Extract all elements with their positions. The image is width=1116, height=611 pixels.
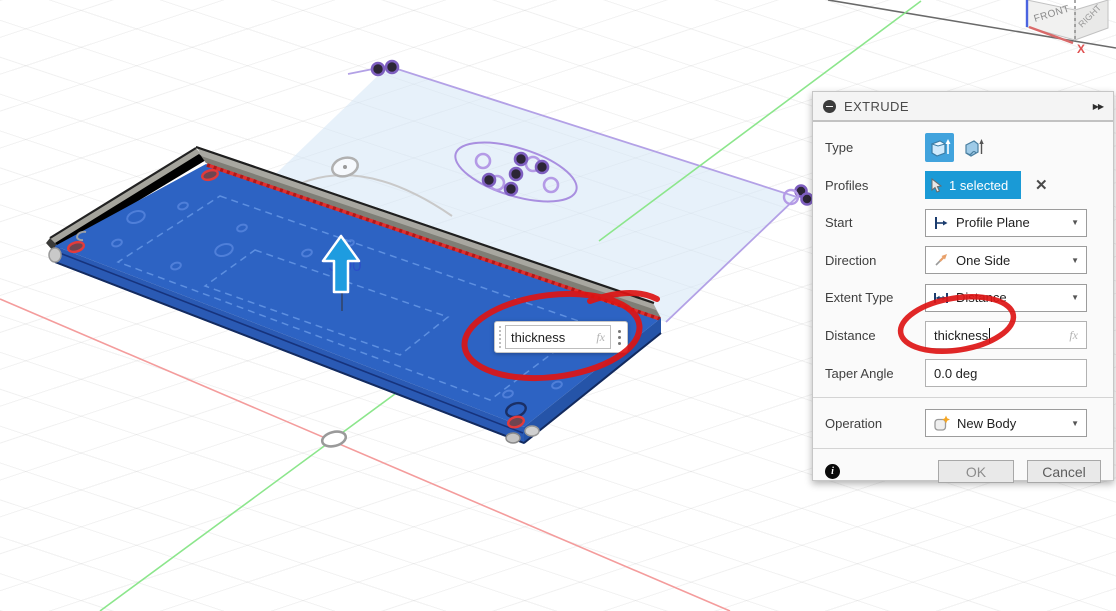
dialog-header[interactable]: EXTRUDE ▶▶	[813, 92, 1113, 122]
row-extent: Extent Type Distance ▼	[813, 279, 1113, 316]
extent-type-label: Extent Type	[825, 290, 925, 305]
chevron-down-icon: ▼	[1071, 256, 1079, 265]
popout-icon[interactable]: ▶▶	[1093, 102, 1103, 111]
fx-icon: fx	[1063, 328, 1078, 343]
distance-value: thickness	[934, 328, 988, 343]
profiles-label: Profiles	[825, 178, 925, 193]
fx-icon: fx	[590, 330, 605, 345]
distance-label: Distance	[825, 328, 925, 343]
start-dropdown[interactable]: Profile Plane ▼	[925, 209, 1087, 237]
operation-dropdown[interactable]: New Body ▼	[925, 409, 1087, 437]
distance-input[interactable]: thickness fx	[925, 321, 1087, 349]
dialog-title: EXTRUDE	[844, 99, 909, 114]
profiles-selected-count: 1 selected	[949, 178, 1008, 193]
operation-label: Operation	[825, 416, 925, 431]
operation-value: New Body	[957, 416, 1016, 431]
viewport-distance-field[interactable]: thickness fx	[505, 325, 611, 349]
dialog-grip-icon[interactable]	[823, 100, 836, 113]
viewport-distance-value: thickness	[511, 330, 565, 345]
drag-handle-icon[interactable]	[495, 326, 505, 348]
viewcube[interactable]: FRONT RIGHT X	[0, 0, 1116, 90]
direction-dropdown[interactable]: One Side ▼	[925, 246, 1087, 274]
dialog-footer: i OK Cancel	[813, 454, 1113, 483]
y-axis-line	[100, 391, 399, 611]
corner-foot	[49, 248, 61, 262]
profiles-selected-button[interactable]: 1 selected	[925, 171, 1021, 199]
viewport-distance-input-box[interactable]: thickness fx	[494, 321, 628, 353]
cursor-icon	[931, 178, 944, 193]
divider	[813, 448, 1113, 449]
construction-center-point	[343, 165, 347, 169]
clear-selection-icon[interactable]: ✕	[1035, 178, 1048, 193]
info-icon[interactable]: i	[825, 464, 840, 479]
start-value: Profile Plane	[956, 215, 1030, 230]
profile-plane-icon	[933, 215, 949, 231]
divider	[813, 397, 1113, 398]
taper-angle-value: 0.0 deg	[934, 366, 977, 381]
direction-value: One Side	[956, 253, 1010, 268]
start-label: Start	[825, 215, 925, 230]
extrude-solid-icon	[929, 136, 951, 160]
cancel-button[interactable]: Cancel	[1027, 460, 1101, 483]
chevron-down-icon: ▼	[1071, 218, 1079, 227]
corner-foot	[525, 426, 539, 436]
text-caret	[989, 328, 990, 343]
one-side-icon	[933, 252, 949, 268]
distance-extent-icon	[933, 290, 949, 306]
extent-type-dropdown[interactable]: Distance ▼	[925, 284, 1087, 312]
row-type: Type	[813, 129, 1113, 166]
ok-button[interactable]: OK	[938, 460, 1014, 483]
row-distance: Distance thickness fx	[813, 316, 1113, 354]
corner-foot	[506, 433, 520, 443]
row-profiles: Profiles 1 selected ✕	[813, 166, 1113, 204]
extent-type-value: Distance	[956, 290, 1007, 305]
direction-label: Direction	[825, 253, 925, 268]
taper-angle-label: Taper Angle	[825, 366, 925, 381]
type-label: Type	[825, 140, 925, 155]
extrude-thin-icon	[963, 136, 985, 160]
row-taper: Taper Angle 0.0 deg	[813, 354, 1113, 392]
extrude-dialog: EXTRUDE ▶▶ Type	[812, 91, 1114, 481]
row-direction: Direction One Side ▼	[813, 241, 1113, 279]
taper-angle-input[interactable]: 0.0 deg	[925, 359, 1087, 387]
type-solid-button[interactable]	[925, 133, 954, 162]
chevron-down-icon: ▼	[1071, 419, 1079, 428]
x-axis-label: X	[1077, 42, 1085, 56]
fusion360-canvas: 3.00 FRONT RIGHT X thickness fx EXTRUD	[0, 0, 1116, 611]
chevron-down-icon: ▼	[1071, 293, 1079, 302]
new-body-icon	[933, 415, 950, 432]
row-operation: Operation New Body ▼	[813, 403, 1113, 443]
kebab-menu-icon[interactable]	[611, 330, 627, 345]
type-thin-button[interactable]	[959, 133, 988, 162]
row-start: Start Profile Plane ▼	[813, 204, 1113, 241]
